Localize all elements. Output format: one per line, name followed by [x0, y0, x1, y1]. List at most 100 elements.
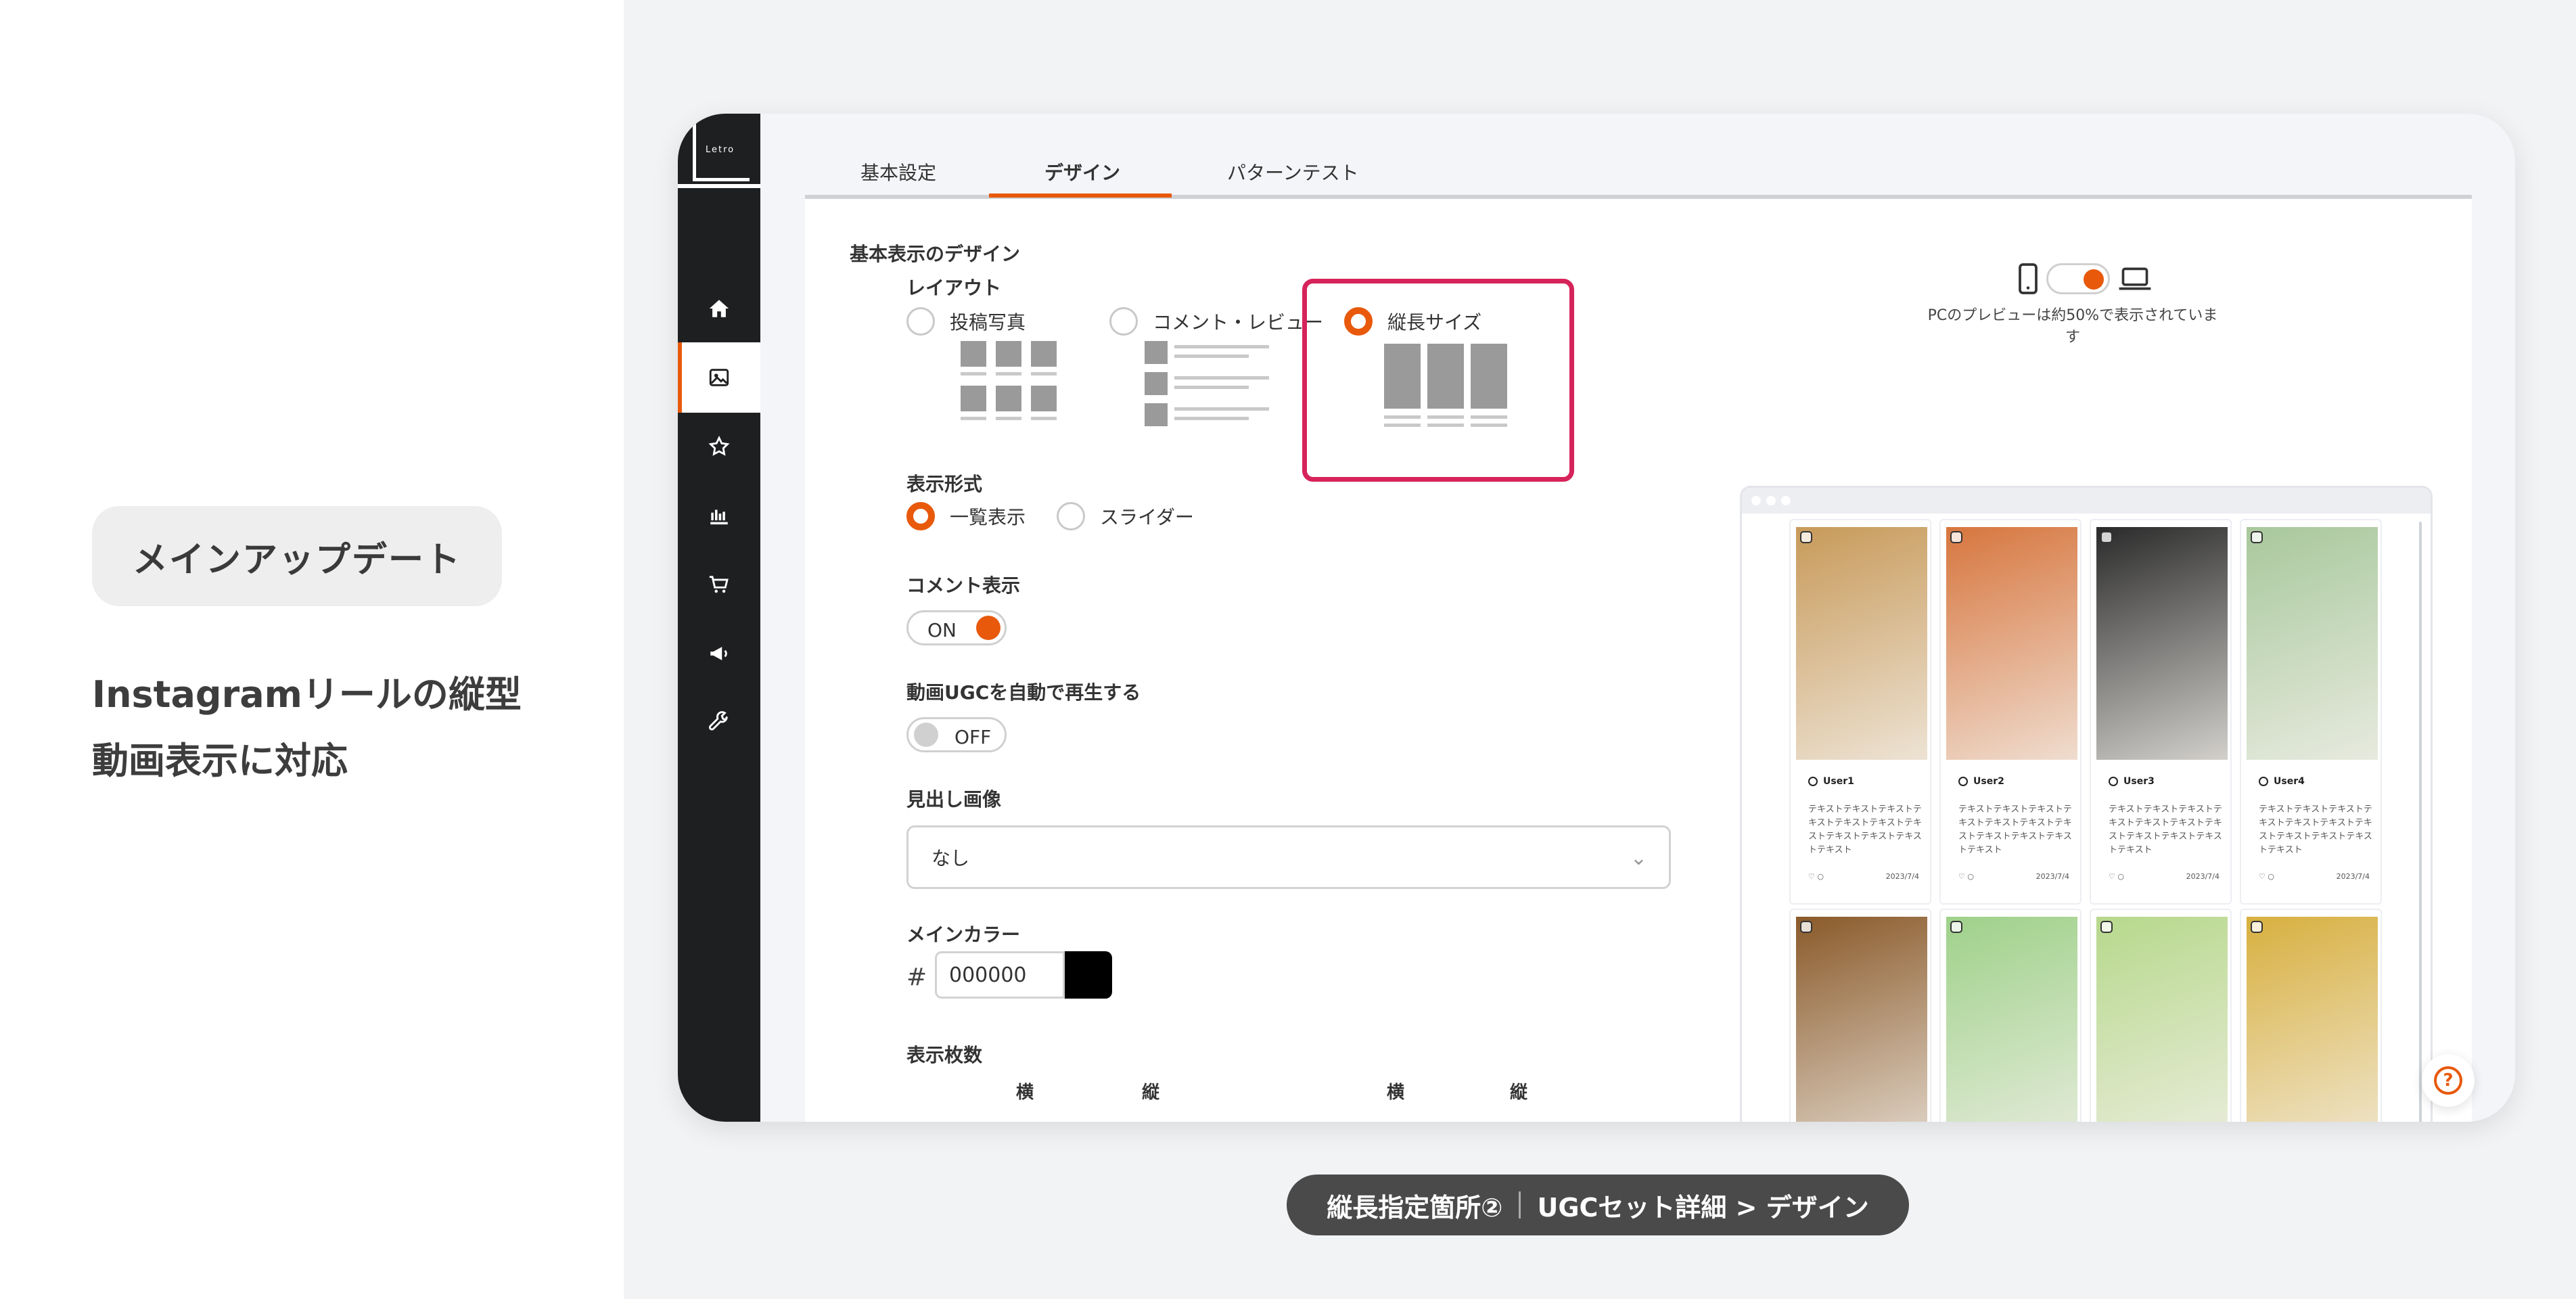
- preview-card[interactable]: User3 テキストテキストテキストテキストテキストテキストテキストテキストテキス…: [2090, 519, 2232, 905]
- preview-card[interactable]: User6テキストテキストテキストテキストテキストテキストテキストテキストテキス…: [1939, 909, 2082, 1122]
- smartphone-icon[interactable]: [2018, 263, 2038, 295]
- main-color-value: 000000: [949, 963, 1027, 987]
- layout-option-photo[interactable]: 投稿写真: [906, 307, 1026, 336]
- nav-shop[interactable]: [678, 549, 760, 620]
- heading-image-value: なし: [932, 847, 970, 869]
- cart-icon: [709, 576, 729, 593]
- app-window: Letro 基本設定 デザイン パターンテスト 基本表示のデザイン レイアウト …: [678, 114, 2515, 1122]
- instagram-icon: [1800, 531, 1812, 543]
- card-photo: [2096, 527, 2228, 760]
- nav-analytics[interactable]: [678, 480, 760, 551]
- caption-separator: [1519, 1191, 1521, 1218]
- instagram-icon: [1950, 921, 1962, 933]
- card-date: 2023/7/4: [1885, 872, 1919, 881]
- display-format-list[interactable]: 一覧表示: [906, 502, 1026, 530]
- tab-basic-settings[interactable]: 基本設定: [860, 158, 936, 185]
- preview-note: PCのプレビューは約50%で表示されています: [1927, 307, 2218, 346]
- preview-card[interactable]: User1 テキストテキストテキストテキストテキストテキストテキストテキストテキス…: [1789, 519, 1931, 905]
- nav-home[interactable]: [678, 273, 760, 344]
- caption-left: 縦長指定箇所②: [1327, 1192, 1503, 1223]
- heading-image-select[interactable]: なし ⌄: [906, 825, 1671, 889]
- layout-label: レイアウト: [906, 277, 1002, 299]
- device-switch[interactable]: [2046, 263, 2110, 294]
- card-date: 2023/7/4: [2186, 872, 2220, 881]
- instagram-icon: [2251, 921, 2263, 933]
- radio-list-selected[interactable]: [906, 502, 935, 530]
- preview-card[interactable]: User4 テキストテキストテキストテキストテキストテキストテキストテキストテキス…: [2240, 519, 2382, 905]
- preview-card[interactable]: User2 テキストテキストテキストテキストテキストテキストテキストテキストテキス…: [1939, 519, 2082, 905]
- caption-right: UGCセット詳細 > デザイン: [1537, 1192, 1869, 1223]
- display-format-list-label: 一覧表示: [950, 506, 1026, 528]
- heading-image-label: 見出し画像: [906, 788, 1002, 811]
- display-count-label: 表示枚数: [906, 1044, 983, 1066]
- heart-comment-icon[interactable]: ♡ ○: [2259, 872, 2274, 881]
- tab-bar: 基本設定 デザイン パターンテスト: [805, 134, 2472, 199]
- display-format-slider[interactable]: スライダー: [1057, 502, 1194, 530]
- card-user-name: User1: [1823, 776, 1854, 787]
- user-icon: [2109, 777, 2118, 786]
- preview-scrollbar[interactable]: [2419, 522, 2422, 1122]
- star-icon: [708, 435, 730, 456]
- layout-option-comment-label: コメント・レビュー: [1153, 311, 1324, 334]
- megaphone-icon: [710, 647, 727, 660]
- card-user-name: User3: [2123, 776, 2155, 787]
- tab-pattern-test[interactable]: パターンテスト: [1227, 158, 1359, 185]
- user-icon: [1808, 777, 1818, 786]
- device-switch-knob: [2084, 269, 2104, 290]
- card-user: User1: [1808, 776, 1854, 787]
- card-user: User2: [1958, 776, 2004, 787]
- nav-images[interactable]: [678, 342, 760, 413]
- card-text: テキストテキストテキストテキストテキストテキストテキストテキストテキストテキスト…: [1808, 804, 1922, 855]
- design-panel: 基本表示のデザイン レイアウト 投稿写真 コメント・レビュー 縦長サイズ 表示形…: [805, 199, 2472, 1122]
- heart-comment-icon[interactable]: ♡ ○: [2109, 872, 2124, 881]
- user-icon: [2259, 777, 2268, 786]
- comment-display-toggle[interactable]: ON: [906, 610, 1007, 645]
- card-photo: [2247, 917, 2378, 1122]
- nav-campaign[interactable]: [678, 618, 760, 689]
- chevron-down-icon: ⌄: [1630, 846, 1647, 870]
- section-title: 基本表示のデザイン: [850, 243, 1021, 265]
- video-toggle-text: OFF: [954, 726, 992, 748]
- heart-comment-icon[interactable]: ♡ ○: [1808, 872, 1824, 881]
- instagram-icon: [2100, 531, 2113, 543]
- card-user: User4: [2259, 776, 2305, 787]
- preview-card[interactable]: User5テキストテキストテキストテキストテキストテキストテキストテキストテキス…: [1789, 909, 1931, 1122]
- radio-photo[interactable]: [906, 307, 935, 336]
- user-icon: [1958, 777, 1968, 786]
- radio-slider[interactable]: [1057, 502, 1085, 530]
- radio-comment[interactable]: [1109, 307, 1138, 336]
- update-description: Instagramリールの縦型 動画表示に対応: [92, 662, 606, 794]
- layout-option-photo-label: 投稿写真: [950, 311, 1026, 334]
- comment-display-label: コメント表示: [906, 574, 1021, 597]
- card-photo: [2096, 917, 2228, 1122]
- pc-col-vertical: 縦: [1510, 1082, 1528, 1103]
- help-button[interactable]: ?: [2422, 1054, 2475, 1107]
- letro-logo[interactable]: Letro: [693, 116, 750, 181]
- card-photo: [1796, 527, 1927, 760]
- hash-symbol: #: [906, 963, 927, 991]
- card-photo: [2247, 527, 2378, 760]
- instagram-icon: [1800, 921, 1812, 933]
- main-color-label: メインカラー: [906, 924, 1021, 946]
- preview-card[interactable]: User7テキストテキストテキストテキストテキストテキストテキストテキストテキス…: [2090, 909, 2232, 1122]
- comment-toggle-text: ON: [927, 619, 957, 641]
- instagram-icon: [1950, 531, 1962, 543]
- nav-favorites[interactable]: [678, 411, 760, 482]
- card-photo: [1946, 527, 2077, 760]
- video-autoplay-toggle[interactable]: OFF: [906, 717, 1007, 752]
- card-meta: ♡ ○ 2023/7/4: [2109, 872, 2220, 881]
- sp-col-horizontal: 横: [1016, 1082, 1034, 1103]
- main-color-input[interactable]: 000000: [935, 951, 1065, 999]
- layout-option-comment[interactable]: コメント・レビュー: [1109, 307, 1323, 336]
- main-color-swatch[interactable]: [1065, 951, 1112, 999]
- laptop-icon[interactable]: [2118, 266, 2152, 292]
- tab-design[interactable]: デザイン: [1044, 158, 1120, 185]
- chart-icon: [710, 509, 728, 525]
- bottom-caption: 縦長指定箇所② UGCセット詳細 > デザイン: [1287, 1175, 1909, 1235]
- active-tab-indicator: [989, 193, 1172, 198]
- preview-card[interactable]: User8テキストテキストテキストテキストテキストテキストテキストテキストテキス…: [2240, 909, 2382, 1122]
- card-meta: ♡ ○ 2023/7/4: [2259, 872, 2370, 881]
- heart-comment-icon[interactable]: ♡ ○: [1958, 872, 1974, 881]
- device-toggle: [2018, 263, 2152, 295]
- nav-settings[interactable]: [678, 687, 760, 758]
